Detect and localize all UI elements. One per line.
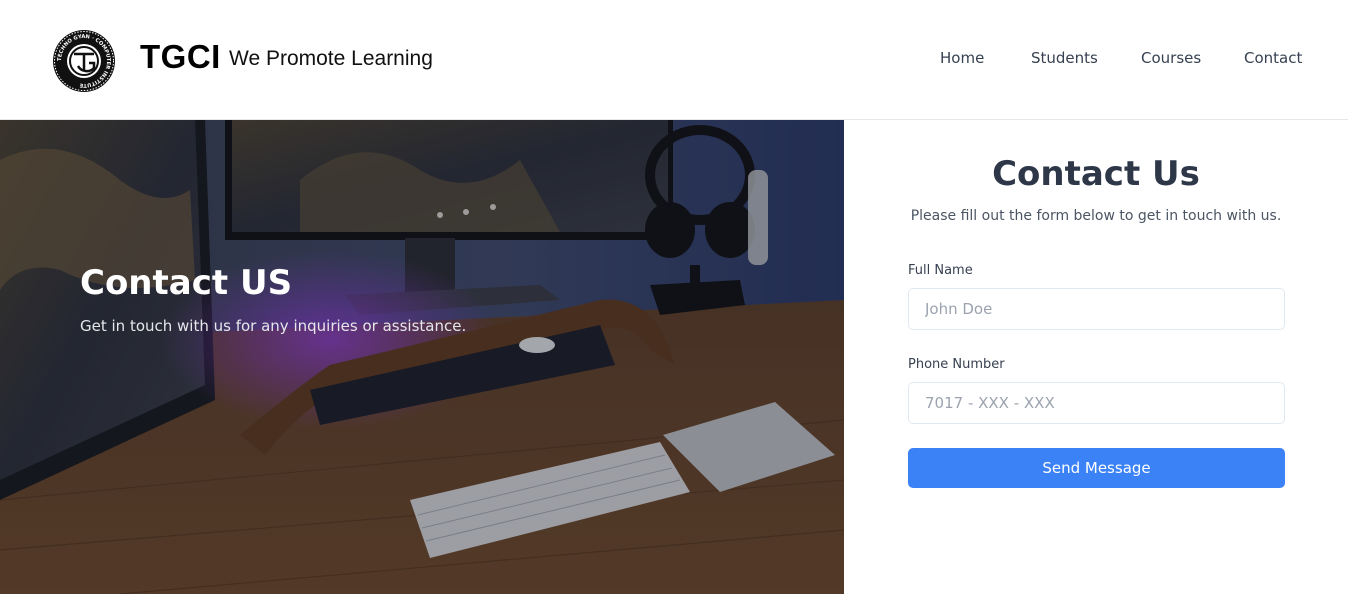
form-title: Contact Us <box>992 154 1200 194</box>
phone-number-label: Phone Number <box>908 357 1005 372</box>
nav-home-link[interactable]: Home <box>940 49 984 67</box>
main-nav: Home Students Courses Contact <box>0 49 1348 73</box>
phone-number-input[interactable] <box>908 382 1285 424</box>
desk-setup-image <box>0 120 844 594</box>
hero-section: Contact US Get in touch with us for any … <box>0 120 844 594</box>
form-subtitle: Please fill out the form below to get in… <box>910 208 1282 224</box>
nav-students-link[interactable]: Students <box>1031 49 1098 67</box>
contact-form-panel: Contact Us Please fill out the form belo… <box>844 121 1348 594</box>
hero-subtitle: Get in touch with us for any inquiries o… <box>80 317 467 335</box>
site-header: TECHNO GYAN · COMPUTER INSTITUTE TGCI We… <box>0 0 1348 120</box>
full-name-label: Full Name <box>908 263 973 278</box>
send-message-button[interactable]: Send Message <box>908 448 1285 488</box>
nav-courses-link[interactable]: Courses <box>1141 49 1201 67</box>
hero-title: Contact US <box>80 263 293 303</box>
nav-contact-link[interactable]: Contact <box>1244 49 1302 67</box>
full-name-input[interactable] <box>908 288 1285 330</box>
